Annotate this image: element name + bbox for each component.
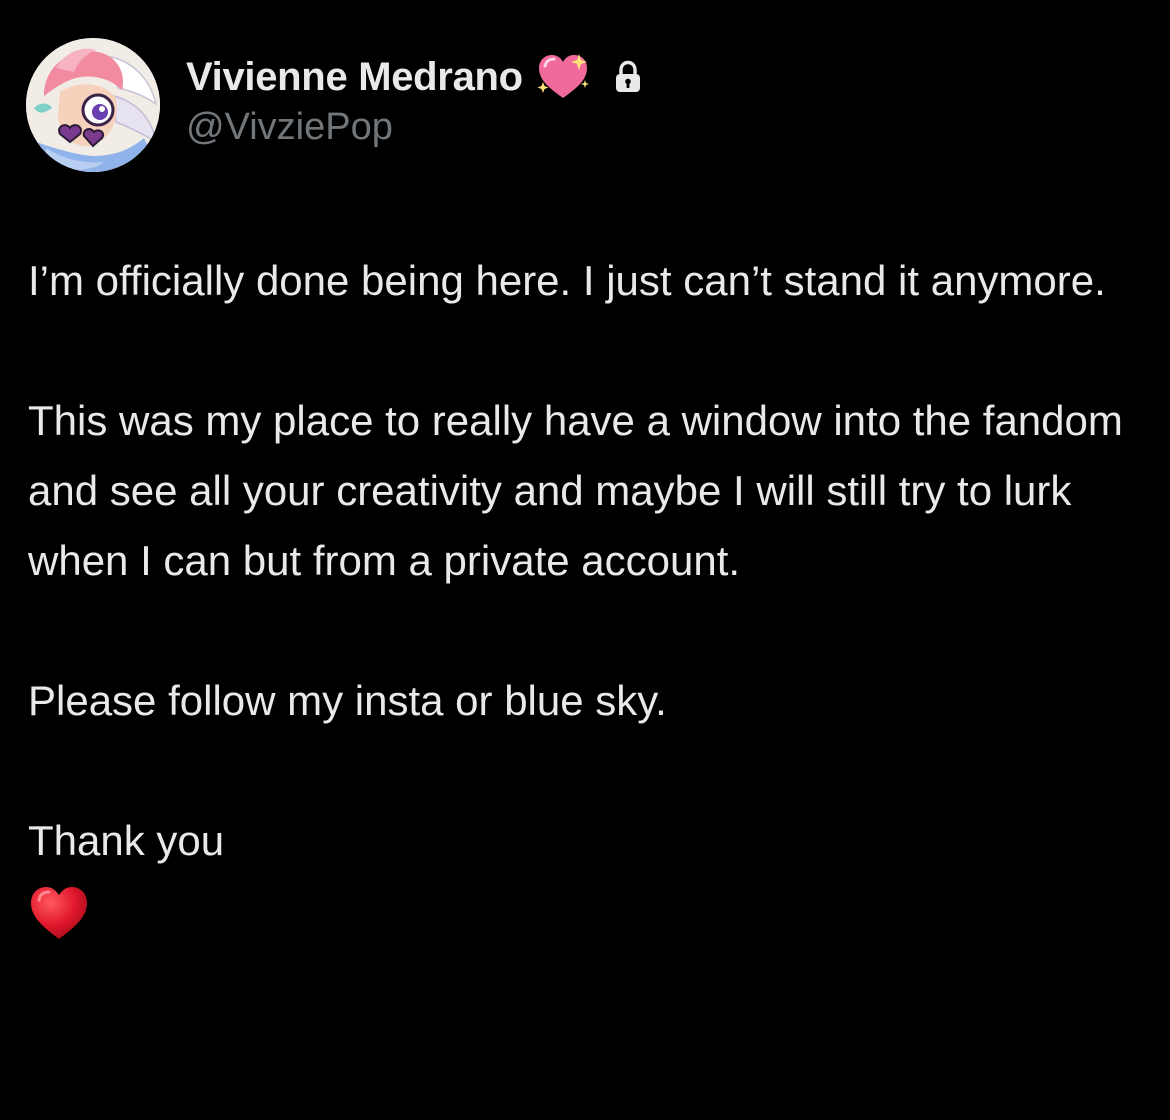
post-text: I’m officially done being here. I just c… (28, 246, 1158, 942)
lock-icon (613, 60, 643, 94)
sparkling-heart-icon (535, 52, 591, 102)
author-handle[interactable]: @VivziePop (186, 106, 643, 149)
avatar[interactable] (26, 38, 160, 172)
red-heart-icon (28, 884, 90, 942)
post-paragraph-4: Thank you (28, 817, 225, 864)
post-paragraph-3: Please follow my insta or blue sky. (28, 677, 667, 724)
post-card: Vivienne Medrano @VivziePop I’m official… (0, 0, 1170, 1120)
post-paragraph-1: I’m officially done being here. I just c… (28, 257, 1106, 304)
display-name[interactable]: Vivienne Medrano (186, 55, 523, 100)
name-row: Vivienne Medrano (186, 52, 643, 102)
post-header: Vivienne Medrano @VivziePop (26, 38, 643, 172)
post-paragraph-2: This was my place to really have a windo… (28, 397, 1123, 584)
author-names: Vivienne Medrano @VivziePop (186, 52, 643, 149)
